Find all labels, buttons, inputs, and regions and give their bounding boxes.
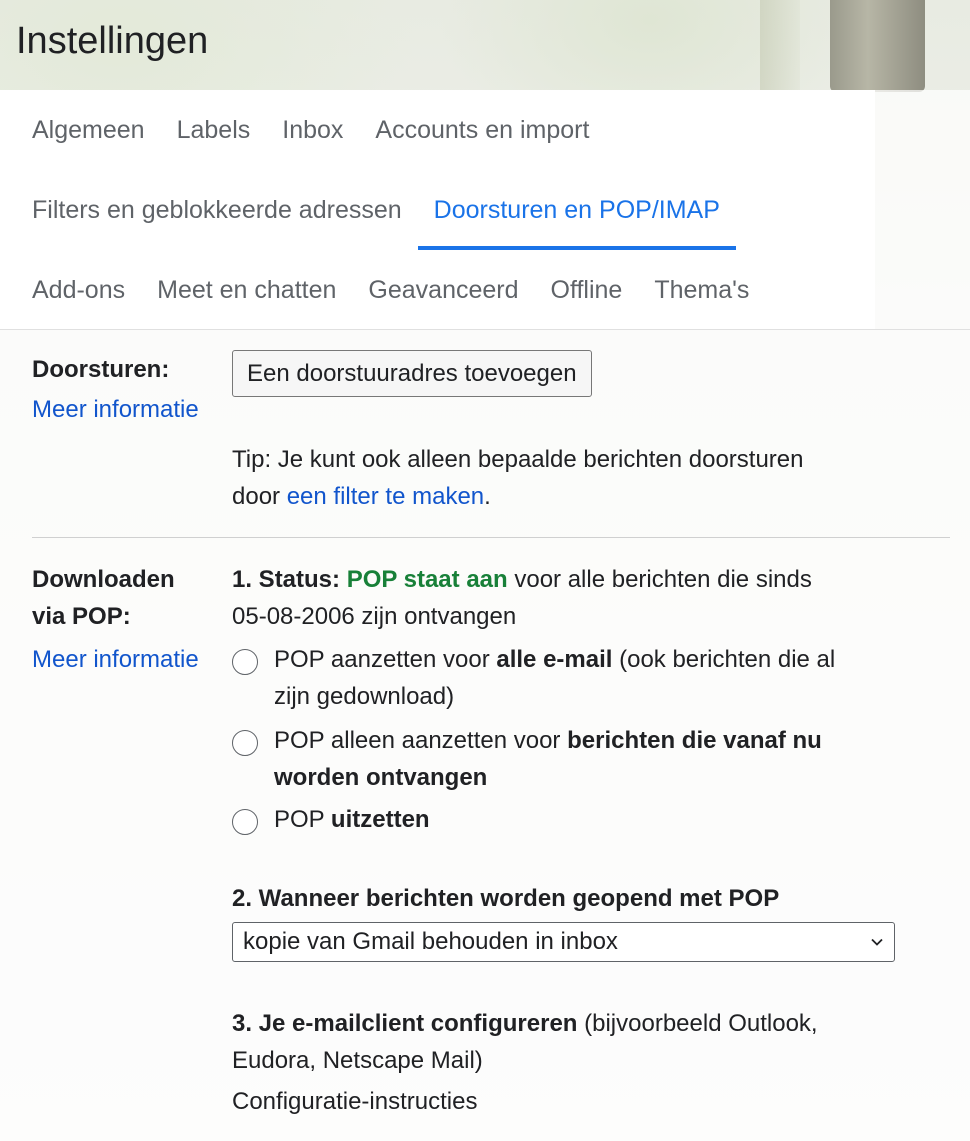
option-text: (ook berichten die al [612, 646, 836, 673]
configure-label: 3. Je e-mailclient configureren [232, 1010, 578, 1037]
option-pop-all-mail-line2: zijn gedownload) [274, 683, 455, 710]
tabs-divider [0, 329, 970, 330]
option-pop-from-now-line1: POP alleen aanzetten voor berichten die … [274, 722, 822, 759]
option-text: POP aanzetten voor [274, 646, 497, 673]
tab-add-ons[interactable]: Add-ons [16, 250, 141, 330]
pop-more-info-link[interactable]: Meer informatie [32, 641, 199, 678]
option-pop-all-mail-line1: POP aanzetten voor alle e-mail (ook beri… [274, 641, 835, 678]
tab-row-3: Add-ons Meet en chatten Geavanceerd Offl… [16, 250, 765, 330]
option-text: POP [274, 806, 331, 833]
option-text: POP alleen aanzetten voor [274, 727, 568, 754]
tab-accounts-en-import[interactable]: Accounts en import [359, 90, 605, 170]
pop-status-line2: 05-08-2006 zijn ontvangen [232, 603, 517, 630]
when-opened-select[interactable]: kopie van Gmail behouden in inbox [232, 922, 895, 962]
configure-line2: Eudora, Netscape Mail) [232, 1047, 483, 1074]
tab-row-2: Filters en geblokkeerde adressen Doorstu… [16, 170, 737, 250]
tab-filters[interactable]: Filters en geblokkeerde adressen [16, 170, 418, 250]
option-pop-from-now-line2: worden ontvangen [274, 764, 488, 791]
configure-rest: (bijvoorbeeld Outlook, [577, 1010, 818, 1037]
option-bold-text: berichten die vanaf nu [567, 727, 822, 754]
option-bold-text: alle e-mail [496, 646, 613, 673]
add-forwarding-address-button[interactable]: Een doorstuuradres toevoegen [232, 350, 592, 397]
chevron-down-icon [871, 938, 883, 946]
configuration-instructions-link[interactable]: Configuratie-instructies [232, 1083, 477, 1120]
forwarding-tip-door: door [232, 483, 287, 510]
tab-inbox[interactable]: Inbox [266, 90, 359, 170]
section-divider [32, 537, 950, 538]
radio-pop-from-now[interactable] [232, 730, 258, 756]
pop-status-line1: 1. Status: POP staat aan voor alle beric… [232, 561, 812, 598]
forwarding-more-info-link[interactable]: Meer informatie [32, 391, 199, 428]
configure-line1: 3. Je e-mailclient configureren (bijvoor… [232, 1005, 818, 1042]
pop-status-rest: voor alle berichten die sinds [507, 566, 812, 593]
pop-label-line2: via POP: [32, 603, 131, 630]
pop-label-line1: Downloaden [32, 566, 175, 593]
tab-themas[interactable]: Thema's [638, 250, 765, 330]
create-filter-link[interactable]: een filter te maken [287, 483, 484, 510]
pop-status-label: 1. Status: [232, 566, 347, 593]
forwarding-tip-suffix: . [484, 483, 491, 510]
forwarding-label: Doorsturen: [32, 356, 170, 383]
when-opened-label: 2. Wanneer berichten worden geopend met … [232, 885, 780, 912]
forwarding-tip-line2: door een filter te maken. [232, 478, 491, 515]
forwarding-tip-line1: Tip: Je kunt ook alleen bepaalde bericht… [232, 446, 804, 473]
pop-status-value: POP staat aan [346, 566, 508, 593]
option-pop-disable: POP uitzetten [274, 801, 430, 838]
tab-labels[interactable]: Labels [161, 90, 267, 170]
tab-meet-en-chatten[interactable]: Meet en chatten [141, 250, 352, 330]
header: Instellingen [0, 0, 970, 90]
tab-geavanceerd[interactable]: Geavanceerd [352, 250, 534, 330]
tab-algemeen[interactable]: Algemeen [16, 90, 161, 170]
tab-offline[interactable]: Offline [535, 250, 639, 330]
tab-row-1: Algemeen Labels Inbox Accounts en import [16, 90, 605, 170]
page-title: Instellingen [16, 20, 209, 62]
option-bold-text: uitzetten [330, 806, 430, 833]
radio-pop-all-mail[interactable] [232, 649, 258, 675]
tab-doorsturen-pop-imap[interactable]: Doorsturen en POP/IMAP [417, 170, 737, 250]
radio-pop-disable[interactable] [232, 809, 258, 835]
when-opened-selected-value: kopie van Gmail behouden in inbox [243, 928, 618, 955]
